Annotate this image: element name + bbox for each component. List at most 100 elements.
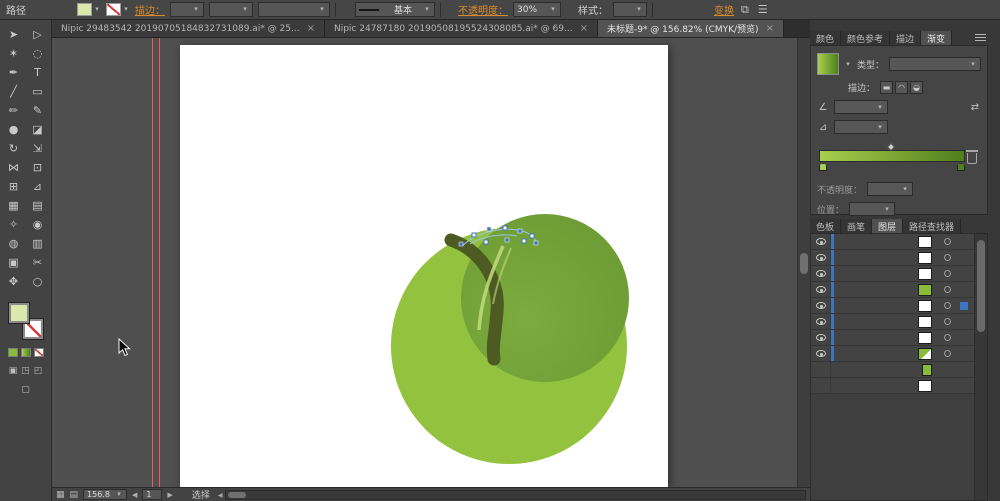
slice-tool[interactable]: ✂ xyxy=(26,253,50,272)
visibility-toggle[interactable] xyxy=(811,314,831,329)
gradient-mode-button[interactable] xyxy=(20,348,31,357)
visibility-toggle[interactable] xyxy=(811,266,831,281)
dock-panel-tab-2[interactable]: 画笔 xyxy=(841,219,873,233)
pencil-tool[interactable]: ✎ xyxy=(26,101,50,120)
direct-selection-tool[interactable]: ▷ xyxy=(26,25,50,44)
perspective-grid-tool[interactable]: ⊿ xyxy=(26,177,50,196)
fill-color-well[interactable] xyxy=(77,3,101,16)
control-options-icon[interactable]: ☰ xyxy=(756,3,770,16)
none-mode-button[interactable] xyxy=(33,348,44,357)
color-mode-button[interactable] xyxy=(7,348,18,357)
status-corner-icon-2[interactable]: ▤ xyxy=(70,490,79,500)
screen-mode-icon[interactable]: ▢ xyxy=(21,385,30,395)
layer-row-8[interactable] xyxy=(811,346,975,362)
tab-close-icon[interactable]: × xyxy=(307,23,315,34)
draw-inside-icon[interactable]: ◰ xyxy=(34,366,43,376)
rectangle-tool[interactable]: ▭ xyxy=(26,82,50,101)
panel-scrollbar[interactable] xyxy=(974,234,987,500)
next-artboard-icon[interactable]: ▶ xyxy=(167,491,172,499)
status-corner-icon-1[interactable]: ▦ xyxy=(56,490,65,500)
zoom-field[interactable]: 156.8 xyxy=(83,489,128,500)
stroke-weight-field[interactable] xyxy=(170,2,204,17)
opacity-field[interactable]: 30% xyxy=(513,2,561,17)
visibility-toggle[interactable] xyxy=(811,298,831,313)
mesh-tool[interactable]: ▦ xyxy=(2,196,26,215)
stroke-panel-link[interactable]: 描边： xyxy=(135,2,165,17)
free-transform-tool[interactable]: ⊡ xyxy=(26,158,50,177)
gradient-aspect-field[interactable] xyxy=(834,120,888,134)
stroke-gradient-icon-2[interactable]: ◠ xyxy=(895,81,909,94)
dock-panel-tab-1[interactable]: 色板 xyxy=(810,219,842,233)
width-tool[interactable]: ⋈ xyxy=(2,158,26,177)
vertical-scrollbar[interactable] xyxy=(797,38,810,487)
fill-swatch[interactable] xyxy=(77,3,92,16)
scrollbar-thumb[interactable] xyxy=(800,253,808,274)
layer-target-icon[interactable] xyxy=(944,302,951,309)
color-panel-tab-4[interactable]: 渐变 xyxy=(921,31,953,45)
panel-menu-icon[interactable] xyxy=(975,34,986,42)
gradient-type-select[interactable] xyxy=(889,57,981,71)
visibility-toggle[interactable] xyxy=(811,330,831,345)
gradient-angle-field[interactable] xyxy=(834,100,888,114)
opacity-panel-link[interactable]: 不透明度： xyxy=(458,2,508,17)
gradient-swatch[interactable] xyxy=(817,53,839,75)
scrollbar-thumb[interactable] xyxy=(977,240,985,332)
visibility-toggle[interactable] xyxy=(811,250,831,265)
fill-color-indicator[interactable] xyxy=(8,303,29,323)
transform-link[interactable]: 变换 xyxy=(714,2,734,17)
zoom-tool[interactable]: ○ xyxy=(26,272,50,291)
color-panel-tab-1[interactable]: 颜色 xyxy=(810,31,842,45)
variable-width-select[interactable] xyxy=(209,2,253,17)
stop-position-field[interactable] xyxy=(849,202,896,216)
tab-close-icon[interactable]: × xyxy=(580,23,588,34)
layer-target-icon[interactable] xyxy=(944,350,951,357)
color-panel-tab-2[interactable]: 颜色参考 xyxy=(841,31,891,45)
canvas-area[interactable] xyxy=(52,38,810,487)
align-panel-icon[interactable]: ⧉ xyxy=(739,3,751,17)
magic-wand-tool[interactable]: ✶ xyxy=(2,44,26,63)
prev-artboard-icon[interactable]: ◀ xyxy=(132,491,137,499)
layer-row-4[interactable] xyxy=(811,282,975,298)
lasso-tool[interactable]: ◌ xyxy=(26,44,50,63)
visibility-toggle[interactable] xyxy=(811,362,831,377)
draw-behind-icon[interactable]: ◳ xyxy=(21,366,30,376)
layer-row-2[interactable] xyxy=(811,250,975,266)
brush-definition-select[interactable]: 基本 xyxy=(355,2,435,17)
blob-brush-tool[interactable]: ● xyxy=(2,120,26,139)
gradient-stop-end[interactable] xyxy=(957,163,965,171)
rotate-tool[interactable]: ↻ xyxy=(2,139,26,158)
artboard-number-field[interactable]: 1 xyxy=(142,489,163,500)
draw-normal-icon[interactable]: ▣ xyxy=(9,366,18,376)
document-tab-2[interactable]: Nipic 24787180 20190508195524308085.ai* … xyxy=(324,20,598,37)
style-select[interactable] xyxy=(613,2,647,17)
paintbrush-tool[interactable]: ✏ xyxy=(2,101,26,120)
type-tool[interactable]: T xyxy=(26,63,50,82)
gradient-stop-start[interactable] xyxy=(819,163,827,171)
gradient-menu-caret-icon[interactable] xyxy=(844,61,852,68)
stop-opacity-field[interactable] xyxy=(867,182,914,196)
layer-row-1[interactable] xyxy=(811,234,975,250)
width-profile-select[interactable] xyxy=(258,2,330,17)
visibility-toggle[interactable] xyxy=(811,282,831,297)
dock-panel-tab-3[interactable]: 图层 xyxy=(872,219,904,233)
gradient-bar[interactable] xyxy=(819,150,965,162)
visibility-toggle[interactable] xyxy=(811,234,831,249)
layer-target-icon[interactable] xyxy=(944,334,951,341)
scrollbar-thumb[interactable] xyxy=(227,491,246,498)
pen-tool[interactable]: ✒ xyxy=(2,63,26,82)
dock-panel-tab-4[interactable]: 路径查找器 xyxy=(903,219,962,233)
layer-row-6[interactable] xyxy=(811,314,975,330)
blend-tool[interactable]: ◉ xyxy=(26,215,50,234)
layer-target-icon[interactable] xyxy=(944,238,951,245)
artboard-tool[interactable]: ▣ xyxy=(2,253,26,272)
layer-target-icon[interactable] xyxy=(944,254,951,261)
column-graph-tool[interactable]: ▥ xyxy=(26,234,50,253)
layer-target-icon[interactable] xyxy=(944,318,951,325)
stroke-gradient-icon-3[interactable]: ◒ xyxy=(910,81,924,94)
document-tab-1[interactable]: Nipic 29483542 20190705184832731089.ai* … xyxy=(52,20,325,37)
tab-close-icon[interactable]: × xyxy=(766,23,774,34)
delete-stop-icon[interactable] xyxy=(966,150,978,164)
layer-row-3[interactable] xyxy=(811,266,975,282)
eraser-tool[interactable]: ◪ xyxy=(26,120,50,139)
visibility-toggle[interactable] xyxy=(811,346,831,361)
